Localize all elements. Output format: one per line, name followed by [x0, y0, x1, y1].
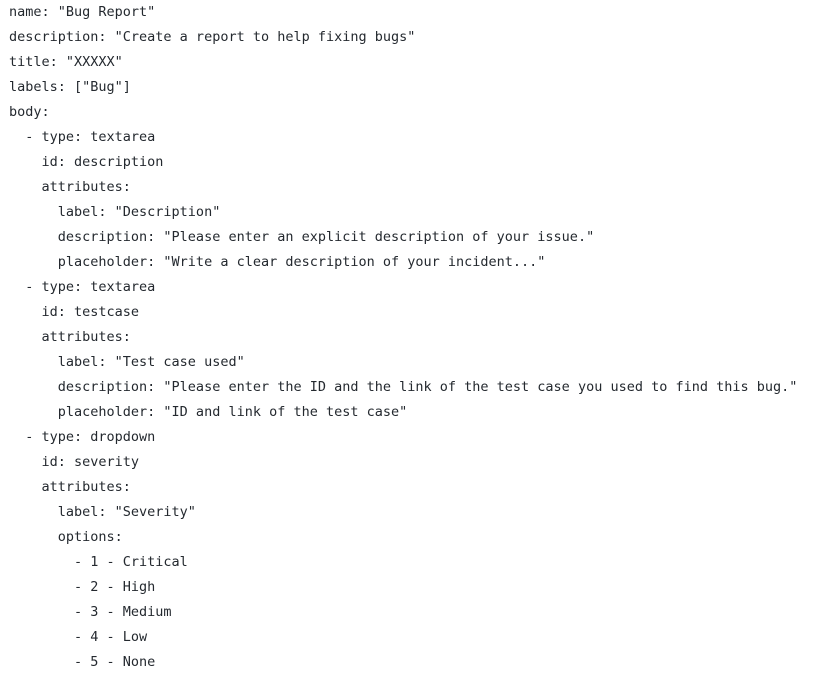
code-line: label: "Description" [9, 204, 221, 220]
code-line: - 5 - None [9, 654, 156, 670]
yaml-code-block: name: "Bug Report" description: "Create a… [9, 0, 797, 675]
code-line: description: "Please enter the ID and th… [9, 379, 798, 395]
code-line: label: "Severity" [9, 504, 196, 520]
code-line: name: "Bug Report" [9, 4, 156, 20]
code-line: - 1 - Critical [9, 554, 188, 570]
code-line: attributes: [9, 479, 131, 495]
code-line: label: "Test case used" [9, 354, 245, 370]
code-line: body: [9, 104, 50, 120]
code-line: description: "Please enter an explicit d… [9, 229, 595, 245]
code-line: labels: ["Bug"] [9, 79, 131, 95]
code-line: - 4 - Low [9, 629, 148, 645]
code-line: attributes: [9, 329, 131, 345]
code-line: - 2 - High [9, 579, 156, 595]
code-line: placeholder: "ID and link of the test ca… [9, 404, 408, 420]
code-line: attributes: [9, 179, 131, 195]
code-line: title: "XXXXX" [9, 54, 123, 70]
code-line: id: severity [9, 454, 140, 470]
code-line: id: description [9, 154, 164, 170]
code-line: options: [9, 529, 123, 545]
code-line: - type: textarea [9, 279, 156, 295]
code-line: description: "Create a report to help fi… [9, 29, 416, 45]
code-line: placeholder: "Write a clear description … [9, 254, 546, 270]
code-line: id: testcase [9, 304, 140, 320]
code-line: - 3 - Medium [9, 604, 172, 620]
code-line: - type: textarea [9, 129, 156, 145]
code-line: - type: dropdown [9, 429, 156, 445]
